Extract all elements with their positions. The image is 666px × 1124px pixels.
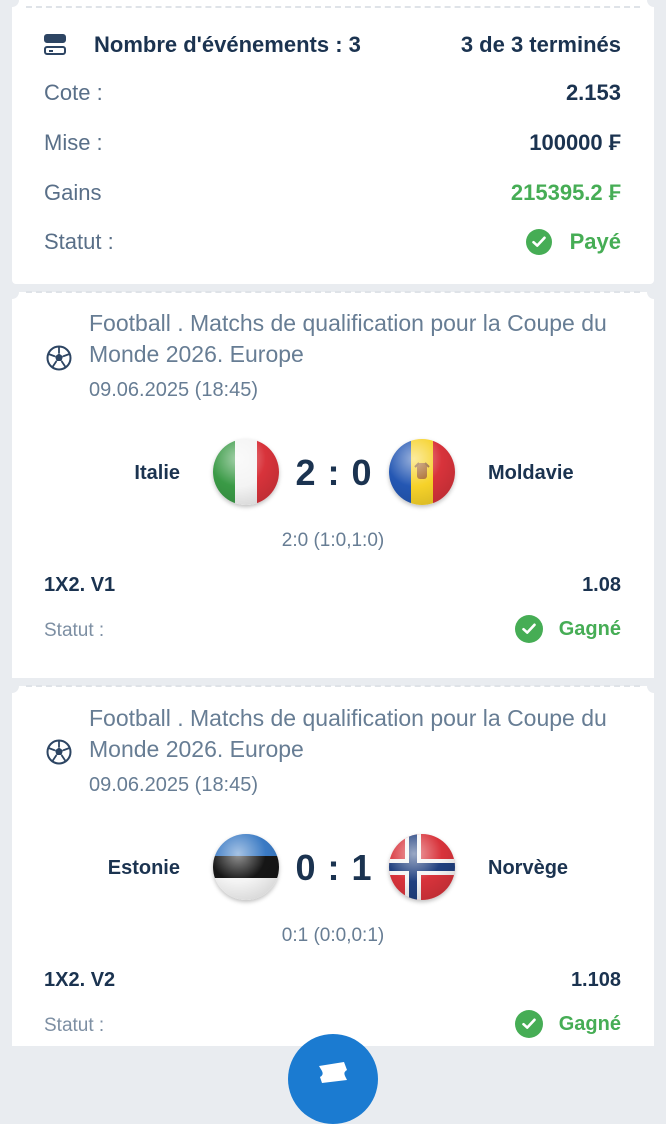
mise-value: 100000 ₣ — [529, 130, 621, 155]
league-name: Football . Matchs de qualification pour … — [89, 310, 607, 367]
statut-value: Payé — [569, 229, 621, 254]
soccer-ball-icon — [46, 345, 72, 371]
gains-value: 215395.2 ₣ — [510, 180, 621, 205]
match-score: 0 : 1 — [295, 847, 373, 888]
status-badge: Gagné — [514, 615, 621, 643]
status-badge: Gagné — [514, 1010, 621, 1038]
ticket-icon — [319, 1062, 347, 1083]
cote-label: Cote : — [44, 80, 103, 105]
event-date: 09.06.2025 (18:45) — [89, 774, 259, 796]
bet-type: 1X2. V2 — [44, 969, 116, 991]
bet-odd: 1.108 — [570, 969, 621, 991]
status-label: Statut : — [44, 620, 105, 641]
mise-row: Mise : 100000 ₣ — [44, 130, 621, 156]
events-finished-count: 3 de 3 terminés — [460, 32, 621, 57]
statut-row: Statut : Payé — [44, 229, 621, 255]
italy-flag-icon — [213, 439, 279, 505]
home-team: Italie — [134, 462, 180, 484]
ticket-fab-button[interactable] — [288, 1034, 378, 1124]
score-detail: 2:0 (1:0,1:0) — [281, 530, 385, 551]
score-detail: 0:1 (0:0,0:1) — [281, 925, 385, 946]
moldova-flag-icon — [389, 439, 455, 505]
mise-label: Mise : — [44, 130, 103, 155]
list-icon — [44, 33, 68, 57]
bet-type: 1X2. V1 — [44, 574, 116, 596]
status-value: Gagné — [558, 1012, 621, 1035]
events-count-title: Nombre d'événements : 3 — [94, 32, 361, 57]
estonia-flag-icon — [213, 834, 279, 900]
home-team: Estonie — [107, 857, 180, 879]
status-label: Statut : — [44, 1015, 105, 1036]
check-circle-icon — [525, 229, 552, 255]
cote-row: Cote : 2.153 — [44, 80, 621, 106]
gains-label: Gains — [44, 180, 102, 205]
status-badge: Payé — [525, 229, 621, 255]
statut-label: Statut : — [44, 229, 114, 254]
away-team: Norvège — [488, 857, 569, 879]
cote-value: 2.153 — [565, 80, 621, 105]
summary-header: Nombre d'événements : 3 3 de 3 terminés — [44, 30, 621, 60]
event-card[interactable]: Football . Matchs de qualification pour … — [5, 285, 661, 678]
league-name: Football . Matchs de qualification pour … — [89, 705, 607, 762]
event-date: 09.06.2025 (18:45) — [89, 379, 259, 401]
bet-summary-card: Nombre d'événements : 3 3 de 3 terminés … — [5, 0, 661, 284]
match-score: 2 : 0 — [295, 452, 373, 493]
norway-flag-icon — [389, 834, 455, 900]
bet-odd: 1.08 — [582, 574, 621, 596]
status-value: Gagné — [558, 617, 621, 640]
gains-row: Gains 215395.2 ₣ — [44, 180, 621, 206]
check-circle-icon — [514, 615, 543, 643]
check-circle-icon — [514, 1010, 543, 1038]
event-card[interactable]: Football . Matchs de qualification pour … — [5, 679, 661, 1046]
soccer-ball-icon — [46, 739, 72, 765]
away-team: Moldavie — [488, 462, 574, 484]
